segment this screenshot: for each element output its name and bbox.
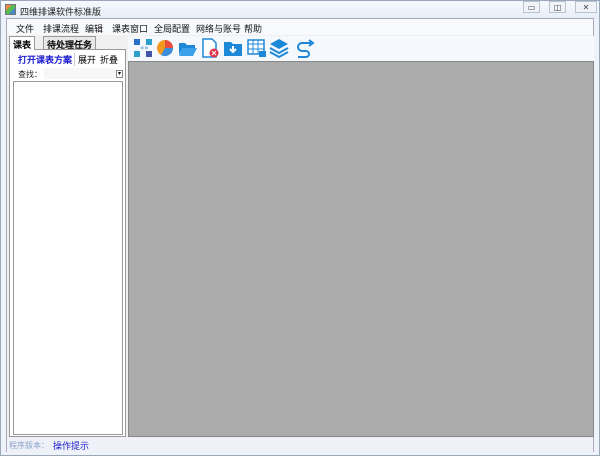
- expand-button[interactable]: 展开: [74, 53, 96, 66]
- open-scheme-button[interactable]: 打开课表方案: [18, 53, 72, 66]
- menu-file[interactable]: 文件: [16, 22, 34, 35]
- redo-arrow-icon[interactable]: [295, 38, 315, 58]
- timetable-panel: 打开课表方案 展开 折叠 查找： ▾: [9, 49, 126, 437]
- minimize-button[interactable]: ▭: [523, 1, 540, 13]
- search-label: 查找：: [18, 70, 42, 79]
- main-window: 四维排课软件标准版 ▭ ◫ ✕ 文件 排课流程 编辑 课表窗口 全局配置 网络与…: [0, 0, 600, 456]
- layers-icon[interactable]: [269, 38, 289, 58]
- timetable-tree[interactable]: [13, 81, 123, 435]
- collapse-button[interactable]: 折叠: [100, 53, 118, 66]
- left-panel: 课表 待处理任务 打开课表方案 展开 折叠 查找： ▾: [9, 35, 126, 437]
- restore-button[interactable]: ◫: [549, 1, 566, 13]
- tab-pending-tasks[interactable]: 待处理任务: [43, 36, 97, 51]
- close-button[interactable]: ✕: [575, 1, 597, 13]
- window-title: 四维排课软件标准版: [20, 8, 102, 18]
- main-toolbar: «»: [128, 36, 594, 61]
- arrange-icon[interactable]: «»: [133, 38, 153, 58]
- delete-file-icon[interactable]: [200, 38, 220, 58]
- locked-table-icon[interactable]: [247, 38, 267, 58]
- open-folder-icon[interactable]: [178, 38, 198, 58]
- menu-global-config[interactable]: 全局配置: [154, 22, 190, 35]
- app-icon: [5, 4, 16, 15]
- sub-toolbar: 打开课表方案 展开 折叠: [14, 53, 124, 66]
- search-dropdown-button[interactable]: ▾: [116, 70, 123, 78]
- status-bar: 程序版本： 操作提示: [7, 438, 593, 452]
- menu-schedule-flow[interactable]: 排课流程: [43, 22, 79, 35]
- menu-bar: 文件 排课流程 编辑 课表窗口 全局配置 网络与账号 帮助: [7, 19, 593, 35]
- menu-network-account[interactable]: 网络与账号: [196, 22, 241, 35]
- download-folder-icon[interactable]: [223, 38, 243, 58]
- pie-chart-icon[interactable]: [155, 38, 175, 58]
- menu-help[interactable]: 帮助: [244, 22, 262, 35]
- search-input[interactable]: [44, 68, 116, 79]
- tab-timetable[interactable]: 课表: [9, 36, 36, 51]
- menu-edit[interactable]: 编辑: [85, 22, 103, 35]
- title-bar: 四维排课软件标准版 ▭ ◫ ✕: [1, 1, 599, 19]
- mdi-workspace: [128, 61, 594, 437]
- svg-text:«»: «»: [140, 44, 149, 52]
- operation-hint: 操作提示: [53, 442, 90, 452]
- menu-timetable-window[interactable]: 课表窗口: [112, 22, 148, 35]
- version-label: 程序版本：: [9, 441, 49, 450]
- client-area: 文件 排课流程 编辑 课表窗口 全局配置 网络与账号 帮助 课表 待处理任务 打…: [6, 18, 594, 452]
